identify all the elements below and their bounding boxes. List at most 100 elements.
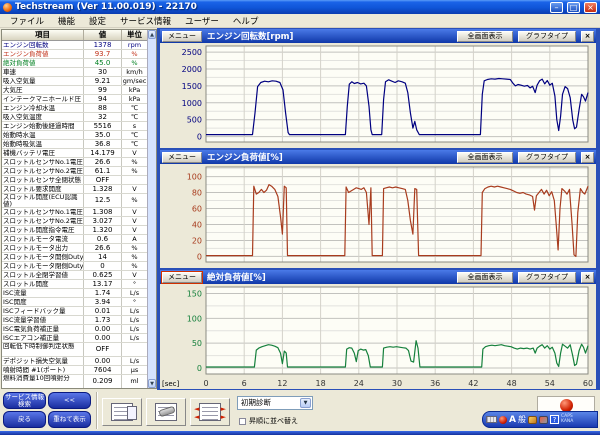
- table-row[interactable]: 吸入空気量9.21gm/sec: [2, 77, 147, 86]
- chart-close-button[interactable]: ×: [581, 31, 594, 42]
- chart-menu-button[interactable]: メニュー: [162, 31, 202, 42]
- table-row[interactable]: スロットルモータ閉側Duty比0%: [2, 262, 147, 271]
- row-unit: kPa: [122, 95, 147, 103]
- table-row[interactable]: 始動時吸気温36.8℃: [2, 140, 147, 149]
- diagnosis-mode-select[interactable]: 初期診断 ▼: [237, 396, 313, 410]
- data-list-view-button[interactable]: [102, 398, 142, 426]
- menu-item-file[interactable]: ファイル: [3, 15, 51, 27]
- row-label: 燃料消費量10回噴射分: [2, 375, 84, 388]
- maximize-button[interactable]: □: [567, 2, 580, 13]
- live-data-table: 項目 値 単位 エンジン回転数1378rpmエンジン負荷値93.7%絶対負荷値4…: [1, 29, 157, 389]
- chart-absload-plot[interactable]: 05010015006121824303642485460[sec]: [160, 284, 596, 389]
- keyboard-icon[interactable]: [486, 416, 497, 423]
- svg-text:500: 500: [187, 116, 202, 125]
- table-row[interactable]: 絶対負荷値45.0%: [2, 59, 147, 68]
- table-row[interactable]: エンジン冷却水温88℃: [2, 104, 147, 113]
- table-row[interactable]: スロットル開度指令電圧1.320V: [2, 226, 147, 235]
- table-row[interactable]: スロットルモータ開側Duty比14%: [2, 253, 147, 262]
- close-button[interactable]: ×: [584, 2, 597, 13]
- chart-close-button[interactable]: ×: [581, 272, 594, 283]
- header-item: 項目: [2, 30, 84, 40]
- combo-dropdown-icon[interactable]: ▼: [300, 398, 311, 408]
- row-label: 補機バッテリ電圧: [2, 149, 84, 157]
- table-row[interactable]: エンジン始動後経過時間5516s: [2, 122, 147, 131]
- sort-ascending-checkbox[interactable]: [239, 418, 246, 425]
- ime-help-icon[interactable]: ?: [550, 415, 559, 424]
- table-row[interactable]: ISCフィードバック量0.01L/s: [2, 307, 147, 316]
- fullscreen-button[interactable]: 全画面表示: [457, 272, 513, 283]
- table-row[interactable]: 車速30km/h: [2, 68, 147, 77]
- table-row[interactable]: ISC流量1.74L/s: [2, 289, 147, 298]
- menu-item-user[interactable]: ユーザー: [178, 15, 226, 27]
- row-unit: kPa: [122, 86, 147, 94]
- table-row[interactable]: スロットル開度13.17°: [2, 280, 147, 289]
- table-row[interactable]: 燃料消費量10回噴射分0.209ml: [2, 375, 147, 388]
- table-scrollbar[interactable]: ▲ ▼: [147, 30, 156, 388]
- ime-conversion-mode[interactable]: 般: [518, 414, 526, 425]
- table-row[interactable]: エンジン負荷値93.7%: [2, 50, 147, 59]
- table-row[interactable]: 噴射時間 #1(ポート)7604μs: [2, 366, 147, 375]
- chart-menu-button[interactable]: メニュー: [162, 152, 202, 163]
- menu-item-settings[interactable]: 設定: [82, 15, 113, 27]
- window-titlebar[interactable]: Techstream (Ver 11.00.019) - 22170 – □ ×: [0, 0, 600, 14]
- svg-text:0: 0: [197, 252, 202, 261]
- table-row[interactable]: スロットルモータ電流0.6A: [2, 235, 147, 244]
- scrollbar-up-button[interactable]: ▲: [148, 30, 156, 39]
- fullscreen-button[interactable]: 全画面表示: [457, 31, 513, 42]
- table-row[interactable]: スロットルセンサNo.2電圧比61.1%: [2, 167, 147, 176]
- ime-tools-icon[interactable]: [539, 416, 548, 424]
- table-row[interactable]: スロットル開度(ECU認識値)12.5%: [2, 194, 147, 208]
- chart-rpm-plot[interactable]: 05001000150020002500: [160, 43, 596, 148]
- chart-menu-button[interactable]: メニュー: [162, 272, 202, 283]
- row-label: 噴射時間 #1(ポート): [2, 366, 84, 374]
- ime-palette-icon[interactable]: [528, 416, 537, 424]
- collapse-button[interactable]: <<: [48, 392, 91, 409]
- row-value: 32: [84, 113, 122, 121]
- table-row[interactable]: スロットルセンサ全閉状態OFF: [2, 176, 147, 185]
- graphtype-button[interactable]: グラフタイプ: [518, 31, 576, 42]
- row-value: 13.17: [84, 280, 122, 288]
- menu-item-function[interactable]: 機能: [51, 15, 82, 27]
- table-row[interactable]: 吸入空気温度32℃: [2, 113, 147, 122]
- menu-item-service-info[interactable]: サービス情報: [113, 15, 178, 27]
- service-info-search-button[interactable]: サービス情報検索: [3, 392, 46, 409]
- table-row[interactable]: ISC流量学習値1.73L/s: [2, 316, 147, 325]
- table-row[interactable]: スロットルセンサNo.2電圧3.027V: [2, 217, 147, 226]
- ime-orb-icon[interactable]: [499, 416, 507, 424]
- table-row[interactable]: スロットルセンサNo.1電圧比26.6%: [2, 158, 147, 167]
- row-value: 1.73: [84, 316, 122, 324]
- fullscreen-button[interactable]: 全画面表示: [457, 152, 513, 163]
- compare-data-button[interactable]: ◄◄►►: [190, 398, 230, 426]
- row-value: 36.8: [84, 140, 122, 148]
- table-row[interactable]: 補機バッテリ電圧14.179V: [2, 149, 147, 158]
- minimize-button[interactable]: –: [550, 2, 563, 13]
- table-row[interactable]: スロットル要求開度1.328V: [2, 185, 147, 194]
- menu-item-help[interactable]: ヘルプ: [226, 15, 266, 27]
- table-row[interactable]: 始動時水温35.0℃: [2, 131, 147, 140]
- graphtype-button[interactable]: グラフタイプ: [518, 152, 576, 163]
- table-row[interactable]: エンジン回転数1378rpm: [2, 41, 147, 50]
- table-row[interactable]: 回転低下時制御判定状態OFF: [2, 343, 147, 357]
- graphtype-button[interactable]: グラフタイプ: [518, 272, 576, 283]
- ime-toolbar[interactable]: A 般 ? CAPS KANA: [482, 411, 598, 428]
- table-row[interactable]: デポジット損失空気量0.00L/s: [2, 357, 147, 366]
- table-row[interactable]: スロットルモータ出力26.6%: [2, 244, 147, 253]
- overlay-display-button[interactable]: 重ねて表示: [48, 411, 91, 428]
- header-value: 値: [84, 30, 122, 40]
- table-row[interactable]: ISCエアコン補正量0.00L/s: [2, 334, 147, 343]
- row-unit: %: [122, 167, 147, 175]
- row-value: 30: [84, 68, 122, 76]
- table-row[interactable]: スロットルセンサNo.1電圧1.308V: [2, 208, 147, 217]
- snapshot-button[interactable]: [146, 398, 186, 426]
- window-bottom-border: [0, 431, 600, 435]
- chart-load-plot[interactable]: 020406080100: [160, 164, 596, 268]
- back-button[interactable]: 戻る: [3, 411, 46, 428]
- table-row[interactable]: ISC電気負荷補正量0.00L/s: [2, 325, 147, 334]
- table-row[interactable]: ISC開度3.94°: [2, 298, 147, 307]
- table-row[interactable]: 大気圧99kPa: [2, 86, 147, 95]
- table-row[interactable]: インテークマニホールド圧94kPa: [2, 95, 147, 104]
- ime-input-mode[interactable]: A: [509, 415, 516, 425]
- scrollbar-down-button[interactable]: ▼: [148, 379, 156, 388]
- table-row[interactable]: スロットル全閉学習値0.625V: [2, 271, 147, 280]
- chart-close-button[interactable]: ×: [581, 152, 594, 163]
